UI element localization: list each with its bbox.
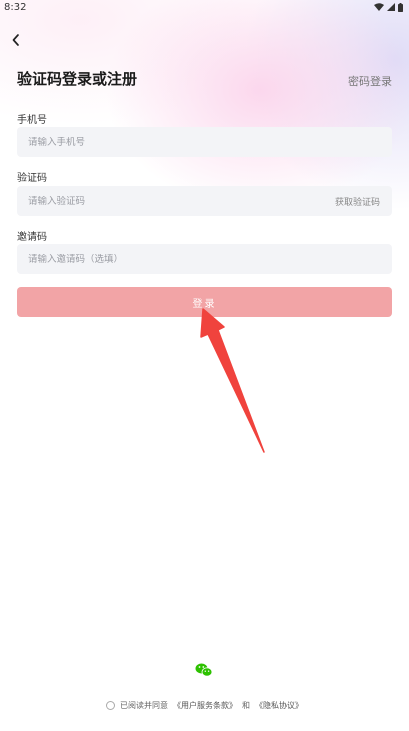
chevron-left-icon	[12, 34, 19, 46]
password-login-link[interactable]: 密码登录	[348, 73, 392, 89]
agreement-row: 已阅读并同意 《用户服务条款》 和 《隐私协议》	[0, 700, 409, 711]
status-bar: 8:32	[0, 0, 409, 14]
invite-label: 邀请码	[17, 232, 47, 243]
invite-input[interactable]	[28, 253, 380, 265]
get-code-button[interactable]: 获取验证码	[335, 195, 380, 208]
agreement-and: 和	[242, 701, 250, 710]
invite-field	[17, 244, 392, 274]
code-field: 获取验证码	[17, 186, 392, 216]
phone-field	[17, 127, 392, 157]
phone-label: 手机号	[17, 115, 47, 126]
page-title: 验证码登录或注册	[17, 70, 138, 88]
user-terms-link[interactable]: 《用户服务条款》	[173, 700, 237, 711]
back-button[interactable]	[6, 30, 26, 50]
status-icons	[374, 2, 403, 12]
battery-icon	[398, 2, 403, 12]
agreement-prefix: 已阅读并同意	[120, 701, 168, 710]
wechat-icon	[192, 658, 216, 682]
status-time: 8:32	[4, 1, 27, 13]
annotation-arrow	[200, 308, 265, 453]
code-label: 验证码	[17, 173, 47, 184]
phone-input[interactable]	[28, 136, 380, 148]
signal-icon	[387, 3, 395, 11]
privacy-link[interactable]: 《隐私协议》	[255, 700, 303, 711]
wechat-login-button[interactable]	[192, 658, 216, 682]
wifi-icon	[374, 3, 384, 11]
code-input[interactable]	[28, 195, 335, 207]
login-button[interactable]: 登录	[17, 287, 392, 317]
agreement-radio[interactable]	[106, 701, 115, 710]
